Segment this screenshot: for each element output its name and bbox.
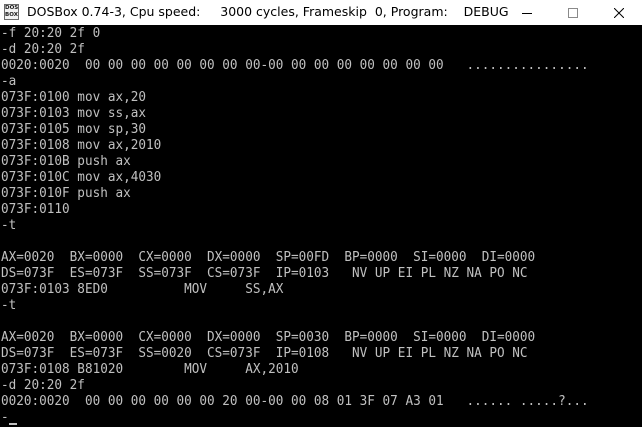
console-line: 0020:0020 00 00 00 00 00 00 20 00-00 00 … xyxy=(1,394,589,409)
text-cursor xyxy=(9,423,17,425)
maximize-button[interactable] xyxy=(550,0,596,25)
console-line: 073F:0110 xyxy=(1,202,70,217)
console-line: DS=073F ES=073F SS=0020 CS=073F IP=0108 … xyxy=(1,346,528,361)
dosbox-window: DOS BOX DOSBox 0.74-3, Cpu speed: 3000 cy… xyxy=(0,0,642,427)
console-line: DS=073F ES=073F SS=073F CS=073F IP=0103 … xyxy=(1,266,528,281)
minimize-button[interactable] xyxy=(504,0,550,25)
console-line: 0020:0020 00 00 00 00 00 00 00 00-00 00 … xyxy=(1,58,589,73)
console-line: 073F:010C mov ax,4030 xyxy=(1,170,162,185)
dosbox-icon[interactable]: DOS BOX xyxy=(4,4,19,20)
console-line: -f 20:20 2f 0 xyxy=(1,26,101,41)
console-line: AX=0020 BX=0000 CX=0000 DX=0000 SP=00FD … xyxy=(1,250,536,265)
console-line: 073F:0103 mov ss,ax xyxy=(1,106,147,121)
console-line: 073F:0105 mov sp,30 xyxy=(1,122,147,137)
console-output[interactable]: -f 20:20 2f 0 -d 20:20 2f 0020:0020 00 0… xyxy=(0,26,642,427)
console-line: 073F:0108 B81020 MOV AX,2010 xyxy=(1,362,299,377)
console-line: 073F:0108 mov ax,2010 xyxy=(1,138,162,153)
console-line: -d 20:20 2f xyxy=(1,42,85,57)
close-button[interactable] xyxy=(596,0,642,25)
maximize-icon xyxy=(568,7,578,18)
console-line: 073F:0100 mov ax,20 xyxy=(1,90,147,105)
console-line: -t xyxy=(1,298,17,313)
console-line: 073F:010F push ax xyxy=(1,186,131,201)
close-icon xyxy=(614,7,624,18)
console-line: 073F:010B push ax xyxy=(1,154,131,169)
window-title: DOSBox 0.74-3, Cpu speed: 3000 cycles, F… xyxy=(27,4,509,19)
console-line: 073F:0103 8ED0 MOV SS,AX xyxy=(1,282,284,297)
console-line: -d 20:20 2f xyxy=(1,378,85,393)
console-line: -a xyxy=(1,74,17,89)
title-bar[interactable]: DOS BOX DOSBox 0.74-3, Cpu speed: 3000 cy… xyxy=(0,0,642,25)
minimize-icon xyxy=(522,12,532,14)
command-prompt[interactable]: - xyxy=(1,410,9,426)
console-line: AX=0020 BX=0000 CX=0000 DX=0000 SP=0030 … xyxy=(1,330,536,345)
console-line: -t xyxy=(1,218,17,233)
